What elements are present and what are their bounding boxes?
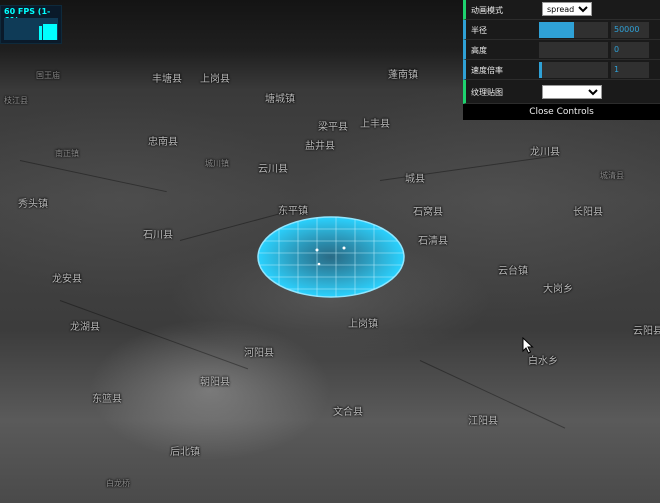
place-label: 石清县 xyxy=(418,236,448,247)
speed-label: 速度倍率 xyxy=(471,66,503,75)
controls-panel: 动画模式 spread 半径 50000 高度 0 速度倍率 1 纹理贴图 xyxy=(463,0,660,120)
speed-slider-fill xyxy=(539,62,543,78)
radius-label: 半径 xyxy=(471,26,487,35)
place-label: 龙川县 xyxy=(530,147,560,158)
place-label: 河阳县 xyxy=(244,348,274,359)
place-label: 大岗乡 xyxy=(543,284,573,295)
place-label: 秀头镇 xyxy=(18,199,48,210)
place-label: 忠南县 xyxy=(148,137,178,148)
place-label: 白龙桥 xyxy=(106,479,130,488)
place-label: 城县 xyxy=(405,174,425,185)
texture-select[interactable] xyxy=(542,85,602,99)
place-label: 塘城镇 xyxy=(265,94,295,105)
place-label: 蓬南镇 xyxy=(388,70,418,81)
height-label: 高度 xyxy=(471,46,487,55)
place-label: 上丰县 xyxy=(360,119,390,130)
place-label: 盐井县 xyxy=(305,141,335,152)
texture-label: 纹理贴图 xyxy=(471,88,503,97)
place-label: 石窝县 xyxy=(413,207,443,218)
place-label: 云川县 xyxy=(258,164,288,175)
anim-mode-label: 动画模式 xyxy=(471,6,503,15)
terrain-texture xyxy=(59,300,249,370)
place-label: 石川县 xyxy=(143,230,173,241)
place-label: 丰塘县 xyxy=(152,74,182,85)
place-label: 江阳县 xyxy=(468,416,498,427)
speed-row: 速度倍率 1 xyxy=(463,60,660,80)
close-controls-button[interactable]: Close Controls xyxy=(463,104,660,120)
spread-ring-effect xyxy=(257,216,405,298)
height-input[interactable]: 0 xyxy=(611,42,649,58)
fps-stats-panel[interactable]: 60 FPS (1-61) xyxy=(0,5,62,44)
anim-mode-select[interactable]: spread xyxy=(542,2,592,16)
place-label: 城清县 xyxy=(600,171,624,180)
place-label: 长阳县 xyxy=(573,207,603,218)
place-label: 云台镇 xyxy=(498,266,528,277)
radius-row: 半径 50000 xyxy=(463,20,660,40)
texture-row: 纹理贴图 xyxy=(463,80,660,104)
mouse-cursor-icon xyxy=(522,337,534,354)
height-slider[interactable] xyxy=(539,42,608,58)
place-label: 云阳县 xyxy=(633,326,660,337)
place-label: 上岗镇 xyxy=(348,319,378,330)
place-label: 文合县 xyxy=(333,407,363,418)
radius-slider-fill xyxy=(539,22,574,38)
place-label: 东篮县 xyxy=(92,394,122,405)
place-label: 南正镇 xyxy=(55,149,79,158)
radius-slider[interactable] xyxy=(539,22,608,38)
speed-slider[interactable] xyxy=(539,62,608,78)
fps-graph xyxy=(4,18,58,40)
place-label: 龙安县 xyxy=(52,274,82,285)
anim-mode-row: 动画模式 spread xyxy=(463,0,660,20)
place-label: 枝江县 xyxy=(4,96,28,105)
place-label: 上岗县 xyxy=(200,74,230,85)
height-row: 高度 0 xyxy=(463,40,660,60)
place-label: 龙湖县 xyxy=(70,322,100,333)
place-label: 城川镇 xyxy=(205,159,229,168)
radius-input[interactable]: 50000 xyxy=(611,22,649,38)
speed-input[interactable]: 1 xyxy=(611,62,649,78)
terrain-texture xyxy=(19,160,167,193)
place-label: 朝阳县 xyxy=(200,377,230,388)
place-label: 梁平县 xyxy=(318,122,348,133)
place-label: 国王庙 xyxy=(36,71,60,80)
place-label: 后北镇 xyxy=(170,447,200,458)
